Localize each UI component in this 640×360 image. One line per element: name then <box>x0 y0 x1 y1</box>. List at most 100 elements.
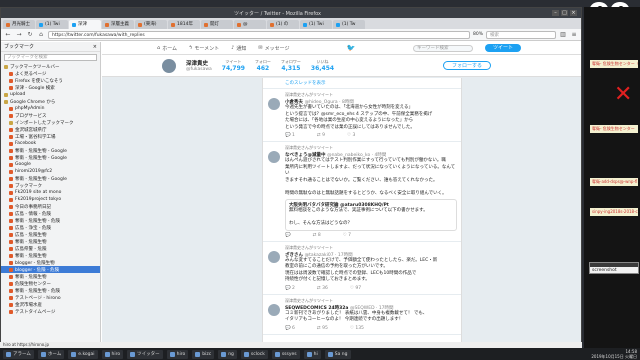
nav-home[interactable]: ⌂ ホーム <box>157 45 177 52</box>
taskbar-item[interactable]: hi <box>303 349 321 359</box>
bookmark-item[interactable]: 深津 - Google 検索 <box>1 84 100 91</box>
close-sidebar-icon[interactable]: × <box>93 44 97 50</box>
bookmark-item[interactable]: hiromi2019@fc2 <box>1 168 100 175</box>
bookmark-item[interactable]: 奪衛 - 危険生物 - Google <box>1 154 100 161</box>
bookmark-item[interactable]: 今日の事務所日記 <box>1 203 100 210</box>
taskbar-item[interactable]: bizc <box>192 349 215 359</box>
taskbar-item[interactable]: sssyes <box>271 349 300 359</box>
sticky-note[interactable]: sinpy-ing2018s-2018-cz <box>590 208 638 216</box>
home-icon[interactable]: ⌂ <box>37 31 45 39</box>
sticky-note[interactable]: 奪衛- 危険生物センター（第二弾 <box>590 60 638 68</box>
taskbar-item[interactable]: hiro <box>166 349 189 359</box>
bookmark-item[interactable]: Firefox を使いこなそう <box>1 77 100 84</box>
bookmark-item[interactable]: 広島 - 浄宝 - 危険 <box>1 224 100 231</box>
quoted-tweet[interactable]: 大阪失明バタバタ研究論 @ataru0308KHQ/Pt 無料相談をこのような方… <box>285 199 457 231</box>
nav-notifications[interactable]: ♪ 通知 <box>231 45 246 52</box>
tweet[interactable]: 深津貴史さんがリツイート 小倉秀夫 @hideo_Ogura · 8時間 今週先… <box>263 89 461 142</box>
taskbar-item[interactable]: sclock <box>240 349 268 359</box>
reload-icon[interactable]: ↻ <box>26 31 34 39</box>
tab[interactable]: @ <box>234 20 266 29</box>
bookmark-item[interactable]: upload <box>1 91 100 98</box>
twitter-search-input[interactable]: キーワード検索 <box>412 44 473 52</box>
close-x-icon[interactable]: ✕ <box>614 82 632 107</box>
reply-icon[interactable]: 💬 <box>285 233 291 238</box>
bookmark-item[interactable]: 工場・富谷科学工場 <box>1 133 100 140</box>
taskbar-item[interactable]: hiro <box>101 349 124 359</box>
sticky-note[interactable]: 奪衛- 危険生物センター <box>590 125 638 133</box>
nav-messages[interactable]: ✉ メッセージ <box>258 45 289 52</box>
like-icon[interactable]: ♡ 97 <box>350 286 361 291</box>
tweet-button[interactable]: ツイート <box>484 44 521 52</box>
bookmark-item[interactable]: 金沢城宮城県庁 <box>1 126 100 133</box>
bookmark-item[interactable]: Facebook <box>1 140 100 147</box>
tab[interactable]: (東海) <box>135 20 167 29</box>
sticky-note[interactable]: 奪衛-add-dsps@-wnp-fl <box>590 178 638 186</box>
zoom-level[interactable]: 80% <box>473 32 483 37</box>
bookmark-item[interactable]: Google <box>1 161 100 168</box>
bookmark-item[interactable]: 広島 - 情報 - 危険 <box>1 210 100 217</box>
bookmark-item[interactable]: ブックマーク <box>1 182 100 189</box>
close-icon[interactable]: × <box>570 10 577 16</box>
bookmark-item[interactable]: ブログサービス <box>1 112 100 119</box>
taskbar-item[interactable]: ng <box>218 349 237 359</box>
tab[interactable]: 深層主義 <box>102 20 134 29</box>
bookmark-item[interactable]: 奪衛 - 危険生物 <box>1 273 100 280</box>
bookmark-item[interactable]: 奪衛 - 危険生物 - 危険 <box>1 287 100 294</box>
bookmark-item[interactable]: 奪衛 - 危険生物 - 危険 <box>1 217 100 224</box>
maximize-icon[interactable]: □ <box>561 10 568 16</box>
reply-icon[interactable]: 💬 6 <box>285 326 295 331</box>
stat-tweets[interactable]: ツイート 74,799 <box>222 59 245 72</box>
avatar[interactable] <box>162 58 176 73</box>
retweet-icon[interactable]: ⇄ 8 <box>313 233 321 238</box>
tab[interactable]: (1) の <box>267 20 299 29</box>
tab-active[interactable]: 深津 <box>69 20 101 29</box>
tab[interactable]: 1814年 <box>168 20 200 29</box>
bookmark-item[interactable]: インポートしたブックマーク <box>1 119 100 126</box>
url-bar[interactable]: https://twitter.com/fukasawa/with_replie… <box>48 30 470 39</box>
reply-icon[interactable]: 💬 2 <box>285 286 295 291</box>
bookmark-item[interactable]: Fk2019 site at mono <box>1 189 100 196</box>
bookmark-item[interactable]: blogger - 危険生物 <box>1 259 100 266</box>
bookmark-item[interactable]: 広島 - 危険生物 <box>1 231 100 238</box>
tab[interactable]: 開灯 <box>201 20 233 29</box>
sidebar-title[interactable]: ブックマーク <box>4 43 93 50</box>
tweet-avatar[interactable] <box>268 250 280 263</box>
profile-name[interactable]: 深津貴史 <box>186 59 212 67</box>
bookmark-item[interactable]: よく見るページ <box>1 70 100 77</box>
bookmark-item[interactable]: 危険生物センター <box>1 280 100 287</box>
show-thread-link[interactable]: このスレッドを表示 <box>263 78 461 89</box>
clock[interactable]: 14:58 2019年10月15日 火曜日 <box>591 349 637 359</box>
tweet-avatar[interactable] <box>268 98 280 110</box>
bookmark-item[interactable]: 広島県警 - 危険 <box>1 245 100 252</box>
tweet[interactable]: 深津貴史さんがリツイート ざきさん @takazaki07 · 17時間 みんな… <box>263 242 461 295</box>
bookmark-item[interactable]: 奪衛 - 危険生物 <box>1 238 100 245</box>
retweet-icon[interactable]: ⇄ 9 <box>317 133 325 138</box>
tab[interactable]: 月光騎士 <box>3 20 35 29</box>
twitter-bird-icon[interactable]: 🐦 <box>347 44 356 52</box>
bookmark-item[interactable]: 奪衛 - 危険生物 - Google <box>1 175 100 182</box>
taskbar-item[interactable]: e.kogai <box>68 349 98 359</box>
search-input[interactable]: 検索 <box>486 30 556 39</box>
minimize-icon[interactable]: – <box>552 10 559 16</box>
stat-followers[interactable]: フォロワー 4,315 <box>281 59 301 72</box>
menu-icon[interactable]: ≡ <box>570 31 578 39</box>
forward-icon[interactable]: → <box>15 31 23 39</box>
tweet[interactable]: 深津貴史さんがリツイート なべきょう@減量中 @nabe_nabeiko_ko … <box>263 142 461 242</box>
bookmark-item[interactable]: テストページ - hirono <box>1 294 100 301</box>
bookmark-item[interactable]: 金沢市場水産 <box>1 301 100 308</box>
taskbar-item[interactable]: ホーム <box>37 349 65 359</box>
library-icon[interactable]: ▥ <box>559 31 567 39</box>
follow-button[interactable]: フォローする <box>442 61 491 70</box>
like-icon[interactable]: ♡ 3 <box>347 133 355 138</box>
like-icon[interactable]: ♡ 7 <box>343 233 351 238</box>
nav-moments[interactable]: ϟ モーメント <box>189 45 219 52</box>
taskbar-item[interactable]: ツイッター <box>127 349 163 359</box>
tweet-avatar[interactable] <box>268 303 280 316</box>
bookmark-item[interactable]: blogger - 危険 - 危険 <box>1 266 100 273</box>
tab[interactable]: (1) Twi <box>36 20 68 29</box>
taskbar-item[interactable]: Sa ng <box>324 349 351 359</box>
taskbar-item[interactable]: アラーム <box>3 349 34 359</box>
stat-following[interactable]: フォロー 462 <box>255 59 271 72</box>
mini-window[interactable]: screenshot <box>589 262 639 274</box>
bookmark-item[interactable]: 奪衛 - 危険生物 <box>1 252 100 259</box>
